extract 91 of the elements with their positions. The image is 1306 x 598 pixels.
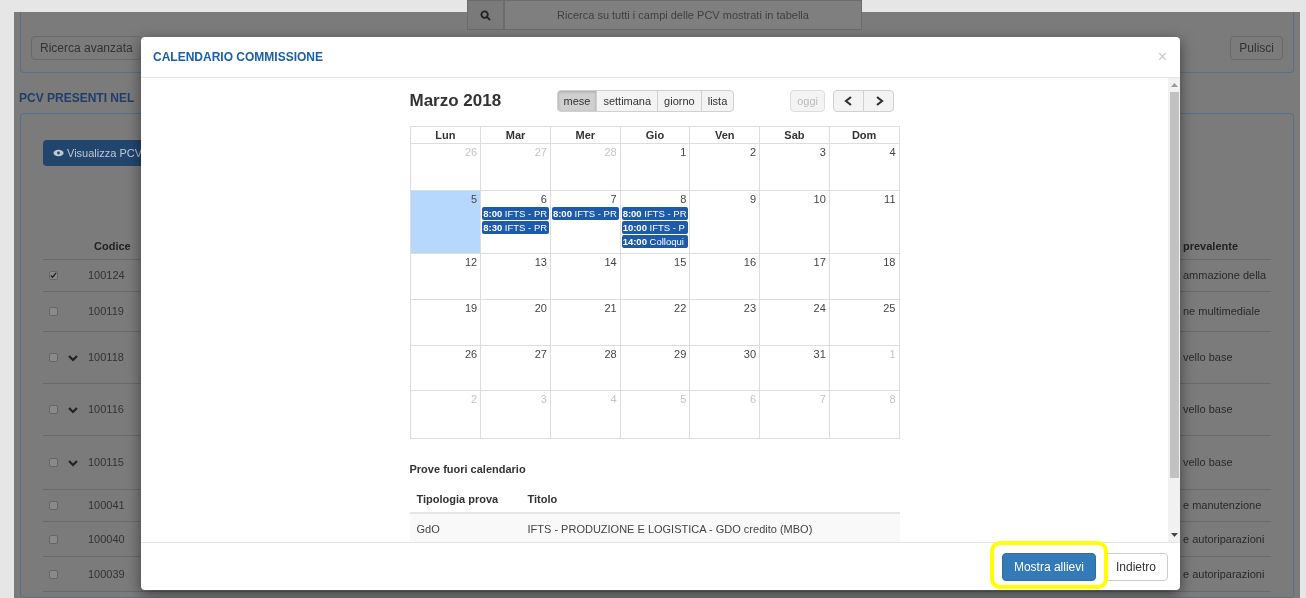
code-cell-text: 100124: [88, 268, 125, 284]
day-cell[interactable]: 6 8:00 IFTS - PR 8:30 IFTS - PR: [480, 191, 550, 253]
weekday-header: Mar: [480, 127, 550, 144]
day-cell[interactable]: 17: [759, 254, 829, 299]
weekday-header: Dom: [828, 127, 899, 144]
day-cell[interactable]: 7 8:00 IFTS - PR: [549, 191, 620, 253]
weekday-header: Lun: [434, 128, 457, 143]
day-cell[interactable]: 2: [689, 144, 760, 190]
day-cell[interactable]: 28: [549, 346, 620, 390]
search-icon: [480, 9, 491, 21]
row-checkbox[interactable]: [49, 458, 58, 467]
column-header: Tipologia prova: [415, 492, 500, 508]
day-cell[interactable]: 18: [828, 254, 899, 299]
calendar-event[interactable]: 8:00 IFTS - PR: [482, 207, 549, 220]
view-tab[interactable]: mese: [556, 90, 598, 112]
row-checkbox[interactable]: [49, 353, 58, 362]
day-cell[interactable]: 19: [410, 300, 481, 345]
day-cell[interactable]: 13: [480, 254, 550, 299]
row-checkbox[interactable]: [49, 501, 58, 510]
calendar-event[interactable]: 14:00 Colloqui: [621, 235, 689, 248]
day-cell[interactable]: 16: [689, 254, 760, 299]
day-cell[interactable]: 9: [689, 191, 760, 253]
view-tab[interactable]: giorno: [657, 90, 702, 112]
code-cell-text: 100119: [88, 304, 124, 320]
row-checkbox[interactable]: [49, 271, 58, 280]
day-cell[interactable]: 25: [828, 300, 899, 345]
search-button[interactable]: [467, 0, 504, 30]
code-cell-text: 100041: [88, 498, 125, 514]
weekday-header: Mer: [549, 127, 620, 144]
day-cell[interactable]: 22: [619, 300, 690, 345]
column-header: prevalente: [1183, 239, 1240, 255]
day-cell[interactable]: 15: [619, 254, 690, 299]
day-cell[interactable]: 14: [549, 254, 620, 299]
day-cell[interactable]: 1: [619, 144, 690, 190]
weekday-header: Gio: [619, 127, 690, 144]
table-cell-text: e autoriparazioni: [1183, 566, 1266, 582]
day-cell[interactable]: 20: [480, 300, 550, 345]
day-cell[interactable]: 26: [410, 346, 481, 390]
view-tab[interactable]: settimana: [596, 90, 659, 112]
table-cell-text: ne multimediale: [1183, 304, 1262, 320]
month-title: Marzo 2018: [409, 90, 503, 113]
column-header: Codice: [94, 239, 131, 255]
day-cell[interactable]: 10: [759, 191, 829, 253]
table-cell-text: vello base: [1183, 455, 1234, 471]
day-cell[interactable]: 4: [828, 144, 899, 190]
row-checkbox[interactable]: [49, 307, 58, 316]
calendar-event[interactable]: 8:30 IFTS - PR: [482, 221, 549, 234]
table-cell-text: IFTS - PRODUZIONE E LOGISTICA - GDO credito (MBO): [527, 522, 813, 538]
eye-icon: [53, 149, 64, 157]
table-cell-text: vello base: [1183, 350, 1234, 366]
day-cell[interactable]: 23: [689, 300, 760, 345]
day-cell[interactable]: 8 8:00 IFTS - PR 10:00 IFTS - P 14:00 Colloqui: [619, 191, 690, 253]
code-cell-text: 100116: [88, 402, 124, 418]
code-cell-text: 100040: [88, 531, 125, 547]
footer-button[interactable]: Mostra allievi: [1001, 552, 1096, 581]
table-cell-text: ammazione della: [1183, 268, 1267, 284]
code-cell-text: 100039: [88, 566, 125, 582]
modal-title: CALENDARIO COMMISSIONE: [153, 49, 323, 66]
column-header: Titolo: [527, 492, 558, 508]
table-cell-text: GdO: [415, 522, 441, 538]
calendar-event[interactable]: 8:00 IFTS - PR: [551, 207, 619, 220]
day-cell[interactable]: 31: [759, 346, 829, 390]
day-cell[interactable]: 21: [549, 300, 620, 345]
day-cell[interactable]: 12: [410, 254, 481, 299]
day-cell[interactable]: 30: [689, 346, 760, 390]
day-cell[interactable]: 11: [828, 191, 899, 253]
table-cell-text: e autoriparazioni: [1183, 531, 1266, 547]
weekday-header: Sab: [759, 127, 829, 144]
day-cell[interactable]: 27: [480, 346, 550, 390]
day-cell[interactable]: 3: [759, 144, 829, 190]
code-cell-text: 100115: [88, 455, 124, 471]
previous-button[interactable]: [833, 90, 865, 112]
next-button[interactable]: [863, 90, 895, 112]
view-tab[interactable]: lista: [700, 90, 735, 112]
day-cell[interactable]: 24: [759, 300, 829, 345]
calendar-event[interactable]: 8:00 IFTS - PR: [621, 207, 689, 220]
code-cell-text: 100118: [88, 350, 124, 366]
scrollbar[interactable]: [1168, 78, 1180, 542]
scroll-down-icon: [1170, 533, 1178, 537]
row-checkbox[interactable]: [49, 569, 58, 579]
section-title: PCV PRESENTI NEL: [19, 90, 135, 107]
table-cell-text: e manutenzione: [1183, 498, 1263, 514]
calendar-event[interactable]: 10:00 IFTS - P: [621, 221, 689, 234]
day-cell[interactable]: 29: [619, 346, 690, 390]
scroll-up-icon: [1170, 83, 1178, 87]
row-checkbox[interactable]: [49, 534, 58, 544]
table-cell-text: vello base: [1183, 402, 1234, 418]
row-checkbox[interactable]: [49, 405, 58, 414]
section-title: Prove fuori calendario: [409, 462, 527, 477]
day-cell[interactable]: 5: [410, 191, 481, 253]
weekday-header: Ven: [689, 127, 760, 144]
